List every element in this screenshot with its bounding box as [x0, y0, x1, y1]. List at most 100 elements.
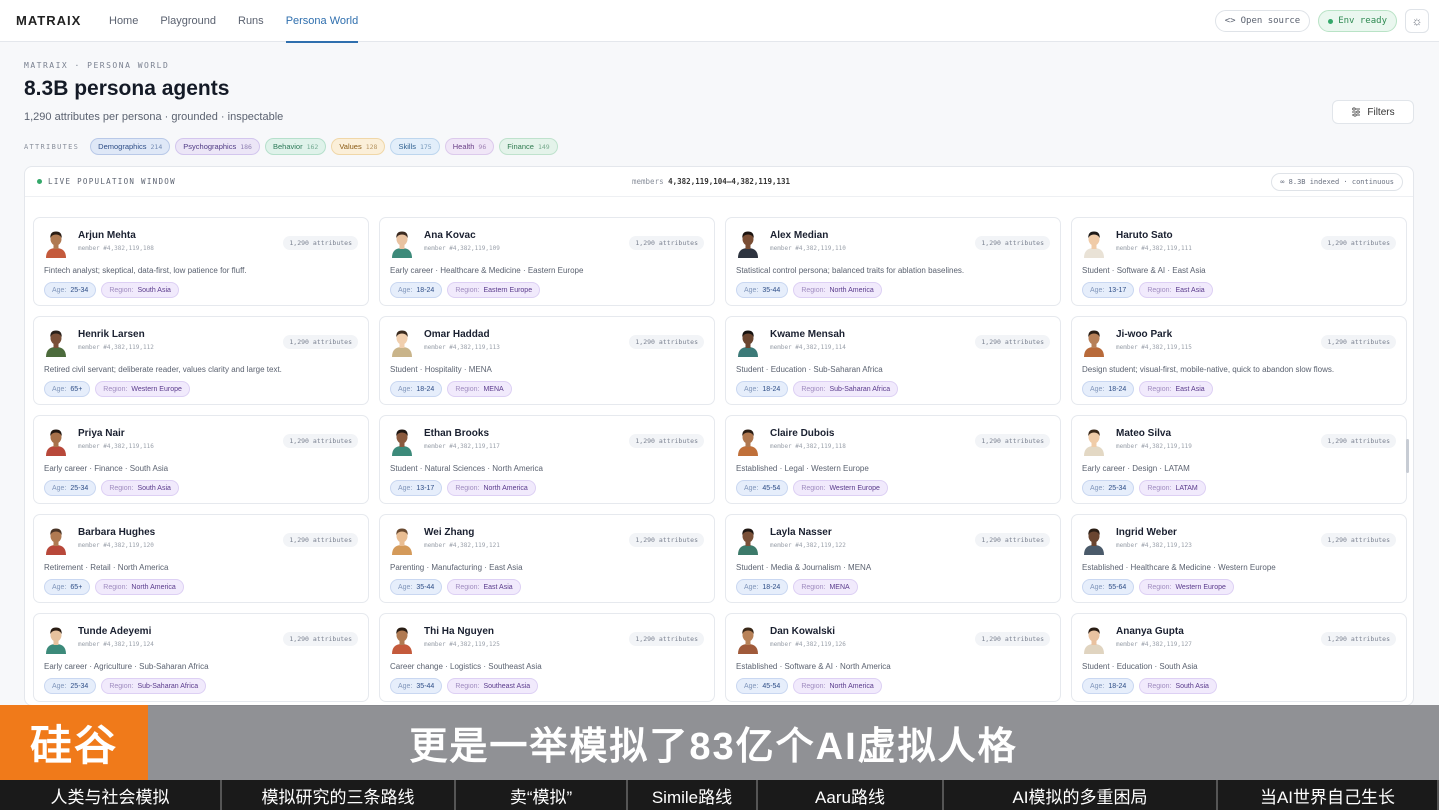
persona-card[interactable]: Haruto Sato member #4,382,119,111 1,290 at…	[1071, 217, 1407, 306]
attributes-count-badge[interactable]: 1,290 attributes	[975, 434, 1050, 448]
attributes-count-badge[interactable]: 1,290 attributes	[283, 335, 358, 349]
age-tag[interactable]: Age: 35-44	[390, 678, 443, 694]
attributes-count-badge[interactable]: 1,290 attributes	[1321, 533, 1396, 547]
age-tag[interactable]: Age: 18-24	[736, 381, 789, 397]
region-tag[interactable]: Region: Western Europe	[793, 480, 888, 496]
attribute-chip-demographics[interactable]: Demographics 214	[90, 138, 171, 155]
age-tag[interactable]: Age: 18-24	[1082, 678, 1135, 694]
nav-link-playground[interactable]: Playground	[149, 0, 227, 42]
region-tag[interactable]: Region: North America	[447, 480, 536, 496]
persona-card[interactable]: Mateo Silva member #4,382,119,119 1,290 at…	[1071, 415, 1407, 504]
age-tag[interactable]: Age: 25-34	[1082, 480, 1135, 496]
persona-card[interactable]: Omar Haddad member #4,382,119,113 1,290 at…	[379, 316, 715, 405]
brand-logo[interactable]: MATRAIX	[16, 13, 98, 28]
region-tag[interactable]: Region: East Asia	[1139, 282, 1213, 298]
region-tag[interactable]: Region: South Asia	[1139, 678, 1217, 694]
attributes-count-badge[interactable]: 1,290 attributes	[629, 434, 704, 448]
persona-card[interactable]: Ana Kovac member #4,382,119,109 1,290 attr…	[379, 217, 715, 306]
filters-button[interactable]: Filters	[1332, 100, 1414, 124]
nav-link-home[interactable]: Home	[98, 0, 149, 42]
persona-card[interactable]: Thi Ha Nguyen member #4,382,119,125 1,290 …	[379, 613, 715, 702]
age-tag[interactable]: Age: 13-17	[390, 480, 443, 496]
chapter-item[interactable]: 人类与社会模拟	[0, 780, 222, 810]
attribute-chip-health[interactable]: Health 96	[444, 138, 495, 155]
attributes-count-badge[interactable]: 1,290 attributes	[283, 434, 358, 448]
age-tag[interactable]: Age: 13-17	[1082, 282, 1135, 298]
attributes-count-badge[interactable]: 1,290 attributes	[975, 236, 1050, 250]
attributes-count-badge[interactable]: 1,290 attributes	[283, 632, 358, 646]
persona-card[interactable]: Barbara Hughes member #4,382,119,120 1,290…	[33, 514, 369, 603]
persona-card[interactable]: Priya Nair member #4,382,119,116 1,290 att…	[33, 415, 369, 504]
scrollbar[interactable]	[1406, 439, 1409, 473]
age-tag[interactable]: Age: 18-24	[390, 381, 443, 397]
region-tag[interactable]: Region: LATAM	[1139, 480, 1206, 496]
chapter-item[interactable]: Aaru路线	[758, 780, 944, 810]
attribute-chip-skills[interactable]: Skills 175	[390, 138, 440, 155]
region-tag[interactable]: Region: Western Europe	[1139, 579, 1234, 595]
region-tag[interactable]: Region: Sub-Saharan Africa	[101, 678, 207, 694]
region-tag[interactable]: Region: South Asia	[101, 480, 179, 496]
age-tag[interactable]: Age: 25-34	[44, 480, 97, 496]
age-tag[interactable]: Age: 18-24	[390, 282, 443, 298]
chapter-item[interactable]: Simile路线	[628, 780, 758, 810]
attributes-count-badge[interactable]: 1,290 attributes	[1321, 236, 1396, 250]
indexed-badge[interactable]: ∞ 8.3B indexed · continuous	[1271, 173, 1403, 191]
age-tag[interactable]: Age: 35-44	[736, 282, 789, 298]
region-tag[interactable]: Region: North America	[793, 678, 882, 694]
persona-card[interactable]: Wei Zhang member #4,382,119,121 1,290 attr…	[379, 514, 715, 603]
age-tag[interactable]: Age: 18-24	[1082, 381, 1135, 397]
region-tag[interactable]: Region: South Asia	[101, 282, 179, 298]
age-tag[interactable]: Age: 35-44	[390, 579, 443, 595]
chapter-item[interactable]: 卖“模拟”	[456, 780, 628, 810]
attributes-count-badge[interactable]: 1,290 attributes	[629, 236, 704, 250]
region-tag[interactable]: Region: Sub-Saharan Africa	[793, 381, 899, 397]
nav-link-runs[interactable]: Runs	[227, 0, 275, 42]
attributes-count-badge[interactable]: 1,290 attributes	[629, 335, 704, 349]
attributes-count-badge[interactable]: 1,290 attributes	[975, 632, 1050, 646]
persona-card[interactable]: Kwame Mensah member #4,382,119,114 1,290 a…	[725, 316, 1061, 405]
persona-card[interactable]: Arjun Mehta member #4,382,119,108 1,290 at…	[33, 217, 369, 306]
attributes-count-badge[interactable]: 1,290 attributes	[1321, 632, 1396, 646]
attributes-count-badge[interactable]: 1,290 attributes	[283, 533, 358, 547]
persona-card[interactable]: Ethan Brooks member #4,382,119,117 1,290 a…	[379, 415, 715, 504]
persona-card[interactable]: Henrik Larsen member #4,382,119,112 1,290 …	[33, 316, 369, 405]
age-tag[interactable]: Age: 65+	[44, 381, 91, 397]
age-tag[interactable]: Age: 55-64	[1082, 579, 1135, 595]
region-tag[interactable]: Region: North America	[95, 579, 184, 595]
env-status-badge[interactable]: Env ready	[1318, 10, 1397, 32]
chapter-item[interactable]: 当AI世界自己生长	[1218, 780, 1439, 810]
chapter-item[interactable]: 模拟研究的三条路线	[222, 780, 456, 810]
attributes-count-badge[interactable]: 1,290 attributes	[975, 335, 1050, 349]
region-tag[interactable]: Region: MENA	[793, 579, 858, 595]
attributes-count-badge[interactable]: 1,290 attributes	[629, 632, 704, 646]
attribute-chip-finance[interactable]: Finance 149	[499, 138, 558, 155]
attributes-count-badge[interactable]: 1,290 attributes	[1321, 434, 1396, 448]
persona-card[interactable]: Layla Nasser member #4,382,119,122 1,290 a…	[725, 514, 1061, 603]
persona-card[interactable]: Tunde Adeyemi member #4,382,119,124 1,290 …	[33, 613, 369, 702]
persona-card[interactable]: Dan Kowalski member #4,382,119,126 1,290 a…	[725, 613, 1061, 702]
attribute-chip-behavior[interactable]: Behavior 162	[264, 138, 327, 155]
theme-toggle-button[interactable]: ☼	[1405, 9, 1429, 33]
nav-link-persona-world[interactable]: Persona World	[275, 0, 370, 43]
attribute-chip-values[interactable]: Values 128	[331, 138, 386, 155]
attributes-count-badge[interactable]: 1,290 attributes	[975, 533, 1050, 547]
age-tag[interactable]: Age: 25-34	[44, 678, 97, 694]
attributes-count-badge[interactable]: 1,290 attributes	[629, 533, 704, 547]
persona-card[interactable]: Claire Dubois member #4,382,119,118 1,290 …	[725, 415, 1061, 504]
attribute-chip-psychographics[interactable]: Psychographics 186	[175, 138, 260, 155]
region-tag[interactable]: Region: Eastern Europe	[447, 282, 541, 298]
attributes-count-badge[interactable]: 1,290 attributes	[1321, 335, 1396, 349]
persona-card[interactable]: Ingrid Weber member #4,382,119,123 1,290 a…	[1071, 514, 1407, 603]
region-tag[interactable]: Region: Southeast Asia	[447, 678, 539, 694]
region-tag[interactable]: Region: East Asia	[1139, 381, 1213, 397]
region-tag[interactable]: Region: Western Europe	[95, 381, 190, 397]
region-tag[interactable]: Region: East Asia	[447, 579, 521, 595]
chapter-item[interactable]: AI模拟的多重困局	[944, 780, 1218, 810]
persona-card[interactable]: Ji-woo Park member #4,382,119,115 1,290 at…	[1071, 316, 1407, 405]
region-tag[interactable]: Region: MENA	[447, 381, 512, 397]
persona-card[interactable]: Ananya Gupta member #4,382,119,127 1,290 a…	[1071, 613, 1407, 702]
attributes-count-badge[interactable]: 1,290 attributes	[283, 236, 358, 250]
persona-card[interactable]: Alex Median member #4,382,119,110 1,290 at…	[725, 217, 1061, 306]
region-tag[interactable]: Region: North America	[793, 282, 882, 298]
age-tag[interactable]: Age: 25-34	[44, 282, 97, 298]
